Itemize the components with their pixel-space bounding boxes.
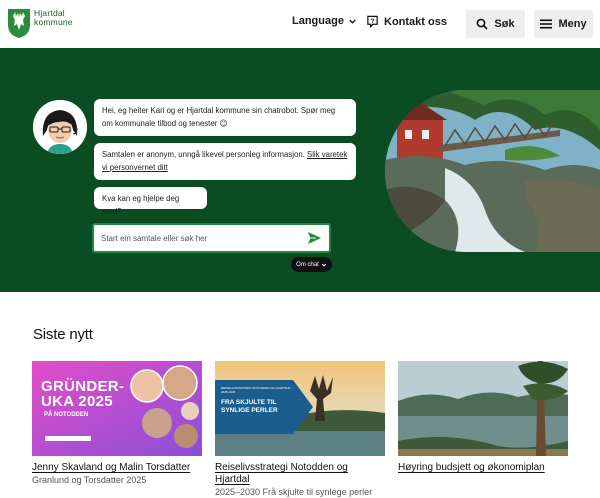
site-header: Hjartdal kommune Language ? Kontakt oss … — [0, 0, 600, 48]
chat-input[interactable] — [101, 233, 301, 243]
chevron-down-icon — [321, 263, 327, 267]
help-icon: ? — [367, 15, 378, 28]
poster-button-shape — [45, 436, 91, 441]
hero-photo-waterfall — [385, 90, 600, 252]
strategy-label: REISELIVSSTRATEGI NOTODDEN OG HJARTDAL 2… — [215, 380, 293, 434]
news-subtitle: Granlund og Torsdatter 2025 — [32, 475, 147, 485]
language-menu[interactable]: Language — [292, 15, 357, 27]
contact-link[interactable]: ? Kontakt oss — [366, 15, 447, 28]
logo[interactable]: Hjartdal kommune — [7, 8, 73, 39]
news-card[interactable]: GRÜNDER- UKA 2025 PÅ NOTODDEN Jenny Skav… — [32, 361, 202, 486]
news-card[interactable]: REISELIVSSTRATEGI NOTODDEN OG HJARTDAL 2… — [215, 361, 385, 498]
search-label: Søk — [494, 18, 515, 30]
news-title[interactable]: Jenny Skavland og Malin Torsdatter — [32, 462, 202, 474]
logo-line-2: kommune — [34, 17, 73, 27]
menu-button[interactable]: Meny — [534, 10, 593, 38]
news-image-lake — [398, 361, 568, 456]
menu-label: Meny — [558, 18, 587, 30]
waterfall-bridge-image — [385, 90, 600, 252]
poster-title-line1: GRÜNDER- — [41, 378, 125, 395]
hamburger-icon — [540, 19, 553, 29]
poster-subtitle: PÅ NOTODDEN — [44, 412, 89, 418]
news-heading: Siste nytt — [33, 326, 93, 343]
news-subtitle: 2025–2030 Frå skjulte til synlege perler — [215, 487, 373, 497]
poster-title-line2: UKA 2025 — [41, 393, 113, 410]
chat-input-box — [92, 223, 331, 253]
news-image-grunderuka: GRÜNDER- UKA 2025 PÅ NOTODDEN — [32, 361, 202, 456]
news-card[interactable]: Høyring budsjett og økonomiplan — [398, 361, 568, 474]
chatbot-face-icon — [33, 100, 87, 154]
search-button[interactable]: Søk — [466, 10, 525, 38]
send-icon[interactable] — [307, 231, 322, 245]
chatbot-hero: Hei, eg heiter Kari og er Hjartdal kommu… — [0, 48, 600, 292]
chevron-down-icon — [349, 19, 356, 24]
strategy-label-small: REISELIVSSTRATEGI NOTODDEN OG HJARTDAL 2… — [221, 386, 291, 394]
chat-message-privacy: Samtalen er anonym, unngå likevel person… — [94, 143, 356, 180]
news-title[interactable]: Reiselivsstrategi Notodden og Hjartdal — [215, 462, 385, 486]
chat-message-question: Kva kan eg hjelpe deg med? — [94, 187, 207, 216]
contact-label: Kontakt oss — [384, 15, 447, 28]
svg-text:?: ? — [371, 18, 375, 25]
language-label: Language — [292, 15, 344, 27]
search-icon — [477, 18, 489, 30]
about-chat-button[interactable]: Om chat — [291, 257, 332, 272]
news-title[interactable]: Høyring budsjett og økonomiplan — [398, 462, 568, 474]
chat-message-greeting: Hei, eg heiter Kari og er Hjartdal kommu… — [94, 99, 356, 136]
shield-logo-icon — [8, 9, 30, 38]
chatbot-avatar — [33, 100, 87, 154]
news-image-reiseliv: REISELIVSSTRATEGI NOTODDEN OG HJARTDAL 2… — [215, 361, 385, 456]
strategy-label-big: FRA SKJULTE TIL SYNLIGE PERLER — [221, 399, 278, 414]
